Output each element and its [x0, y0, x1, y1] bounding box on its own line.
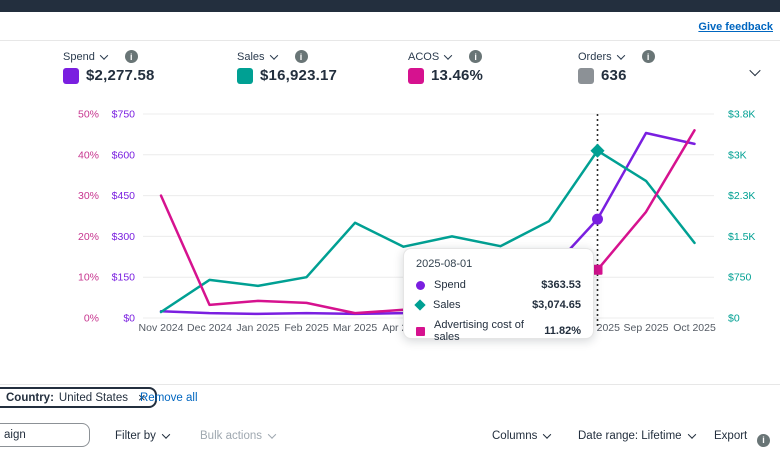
sales-point-marker[interactable]: [590, 144, 604, 158]
y-tick-sales: $2.3K: [728, 190, 755, 202]
chip-value: United States: [59, 392, 128, 404]
y-tick-sales: $750: [728, 272, 752, 284]
country-filter-chip: Country: United States ×: [0, 387, 157, 408]
y-tick-dollar: $600: [112, 149, 136, 161]
spend-marker-icon: [416, 281, 425, 290]
metric-card-acos[interactable]: ACOS i 13.46%: [408, 50, 483, 84]
spend-point-marker[interactable]: [592, 214, 603, 225]
x-tick: Dec 2024: [187, 322, 232, 334]
y-tick-dollar: $450: [112, 190, 136, 202]
acos-point-marker[interactable]: [593, 265, 603, 275]
y-tick-sales: $3.8K: [728, 109, 755, 121]
performance-chart: 0% $0 $0 10% $150 $750 20% $300 $1.5K 30% $450 $2.3…: [0, 100, 780, 345]
orders-color-swatch: [578, 68, 594, 84]
acos-marker-icon: [416, 327, 425, 336]
chevron-down-icon: [543, 430, 551, 438]
x-tick: Oct 2025: [673, 322, 716, 334]
metric-label-orders: Orders: [578, 51, 612, 63]
y-tick-percent: 20%: [78, 231, 99, 243]
tooltip-row-sales: Sales $3,074.65: [416, 299, 581, 311]
y-tick-percent: 30%: [78, 190, 99, 202]
filter-by-dropdown[interactable]: Filter by: [115, 430, 169, 442]
metric-label-sales: Sales: [237, 51, 265, 63]
spend-color-swatch: [63, 68, 79, 84]
acos-color-swatch: [408, 68, 424, 84]
metric-card-orders[interactable]: Orders i 636: [578, 50, 655, 84]
x-tick: Jan 2025: [236, 322, 279, 334]
y-tick-dollar: $750: [112, 109, 136, 121]
x-tick: Feb 2025: [284, 322, 329, 334]
y-tick-percent: 40%: [78, 149, 99, 161]
y-tick-sales: $0: [728, 313, 740, 325]
y-tick-percent: 10%: [78, 272, 99, 284]
metric-value-sales: $16,923.17: [260, 67, 337, 84]
y-tick-percent: 0%: [84, 313, 99, 325]
date-range-dropdown[interactable]: Date range: Lifetime: [578, 430, 695, 442]
tooltip-date: 2025-08-01: [416, 258, 581, 270]
y-tick-sales: $1.5K: [728, 231, 755, 243]
x-tick: Nov 2024: [139, 322, 184, 334]
info-icon[interactable]: i: [295, 50, 308, 63]
info-icon[interactable]: i: [125, 50, 138, 63]
y-tick-dollar: $150: [112, 272, 136, 284]
give-feedback-link[interactable]: Give feedback: [698, 21, 773, 33]
header-divider: [0, 40, 780, 41]
metric-value-acos: 13.46%: [431, 67, 483, 84]
sales-marker-icon: [414, 299, 425, 310]
metric-value-orders: 636: [601, 67, 627, 84]
tooltip-row-acos: Advertising cost of sales 11.82%: [416, 319, 581, 343]
search-campaign-input[interactable]: [0, 423, 90, 447]
chevron-down-icon: [268, 430, 276, 438]
columns-dropdown[interactable]: Columns: [492, 430, 550, 442]
x-tick: Mar 2025: [333, 322, 378, 334]
collapse-chart-chevron-icon[interactable]: [745, 63, 759, 81]
tooltip-row-spend: Spend $363.53: [416, 279, 581, 291]
chevron-down-icon[interactable]: [616, 51, 624, 59]
sales-color-swatch: [237, 68, 253, 84]
export-info-icon[interactable]: i: [757, 430, 770, 448]
info-icon[interactable]: i: [469, 50, 482, 63]
chart-tooltip: 2025-08-01 Spend $363.53 Sales $3,074.65…: [403, 248, 594, 339]
metric-label-acos: ACOS: [408, 51, 439, 63]
chevron-down-icon: [162, 430, 170, 438]
x-tick: Sep 2025: [624, 322, 669, 334]
chevron-down-icon[interactable]: [100, 51, 108, 59]
top-nav-bar: [0, 0, 780, 12]
info-icon[interactable]: i: [642, 50, 655, 63]
y-tick-sales: $3K: [728, 149, 747, 161]
metric-value-spend: $2,277.58: [86, 67, 155, 84]
chevron-down-icon: [687, 430, 695, 438]
remove-all-link[interactable]: Remove all: [140, 392, 198, 404]
y-tick-dollar: $0: [123, 313, 135, 325]
bulk-actions-dropdown[interactable]: Bulk actions: [200, 430, 275, 442]
metric-card-sales[interactable]: Sales i $16,923.17: [237, 50, 337, 84]
y-tick-percent: 50%: [78, 109, 99, 121]
y-tick-dollar: $300: [112, 231, 136, 243]
chevron-down-icon[interactable]: [444, 51, 452, 59]
export-button[interactable]: Export: [714, 430, 747, 442]
chevron-down-icon[interactable]: [269, 51, 277, 59]
chip-key: Country:: [6, 392, 54, 404]
metric-label-spend: Spend: [63, 51, 95, 63]
chart-canvas: 0% $0 $0 10% $150 $750 20% $300 $1.5K 30% $450 $2.3…: [0, 100, 780, 345]
metric-card-spend[interactable]: Spend i $2,277.58: [63, 50, 155, 84]
section-divider: [0, 384, 780, 385]
